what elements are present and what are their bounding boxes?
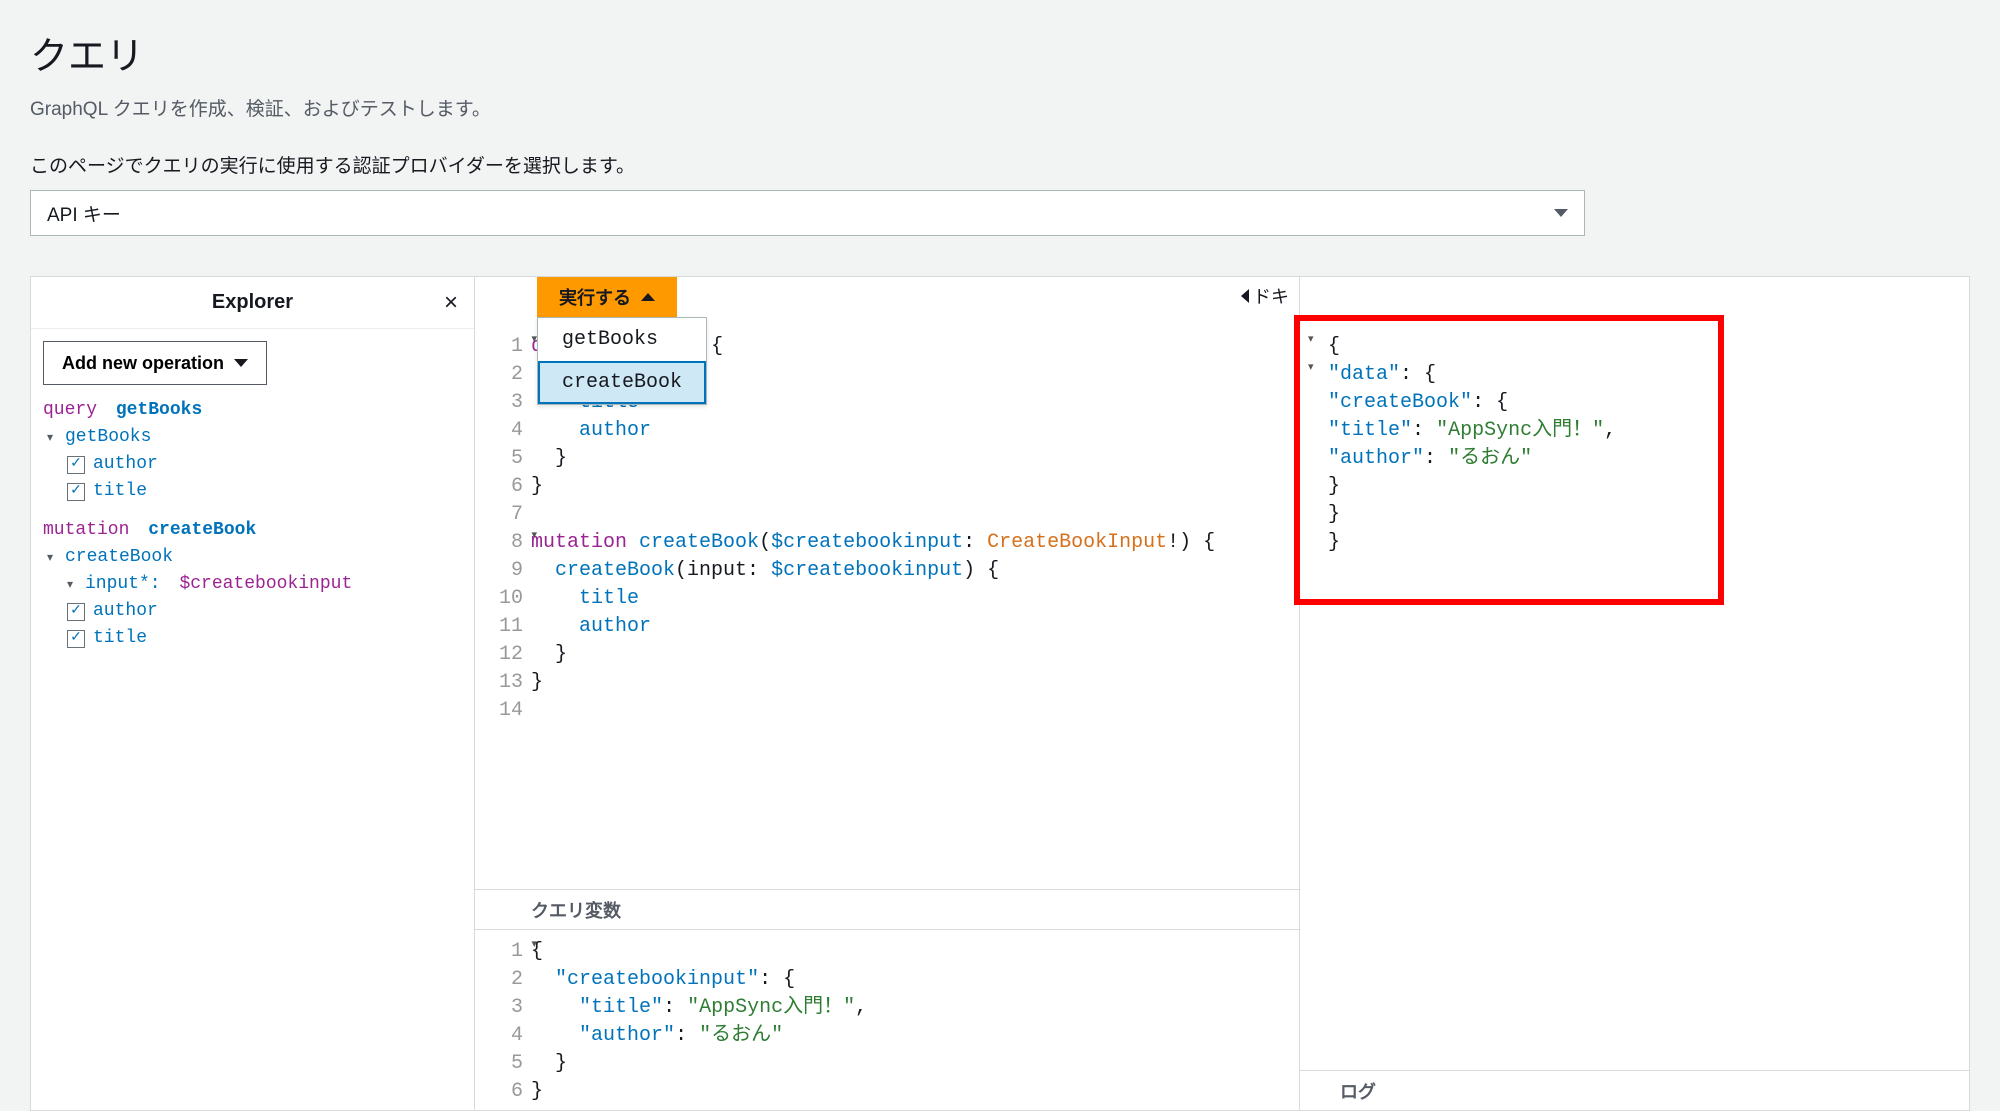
explorer-body: Add new operation query getBooks ▾ getBo…	[31, 329, 474, 1110]
run-button-label: 実行する	[559, 284, 631, 310]
query-field-title[interactable]: title	[93, 478, 147, 505]
docs-link[interactable]: ドキ	[1241, 283, 1289, 309]
run-button[interactable]: 実行する	[537, 277, 677, 317]
query-operation: query getBooks ▾ getBooks ✓ author ✓ tit…	[43, 397, 462, 505]
checkbox-checked-icon[interactable]: ✓	[67, 456, 85, 474]
docs-label: ドキ	[1253, 283, 1289, 309]
query-field-root[interactable]: getBooks	[65, 424, 151, 451]
mutation-name[interactable]: createBook	[148, 517, 256, 544]
query-keyword: query	[43, 397, 97, 424]
line-gutter: 1234567 891011121314	[475, 333, 531, 725]
log-header[interactable]: ログ	[1300, 1070, 1969, 1110]
explorer-header: Explorer ×	[31, 277, 474, 329]
checkbox-checked-icon[interactable]: ✓	[67, 630, 85, 648]
mutation-field-author[interactable]: author	[93, 598, 158, 625]
query-variables-editor[interactable]: 123456 { "createbookinput": { "title": "…	[475, 930, 1299, 1110]
auth-provider-select[interactable]: API キー	[30, 190, 1585, 236]
query-name[interactable]: getBooks	[116, 397, 202, 424]
page-title: クエリ	[30, 25, 1970, 80]
mutation-input-value: $createbookinput	[179, 571, 352, 598]
mutation-input-label[interactable]: input*:	[85, 571, 161, 598]
result-body[interactable]: ▾ ▾ { "data": { "createBook": { "title":…	[1300, 277, 1969, 1070]
chevron-down-icon	[1554, 209, 1568, 217]
query-variables-header[interactable]: クエリ変数	[475, 890, 1299, 930]
mutation-operation: mutation createBook ▾ createBook ▾ input…	[43, 517, 462, 652]
add-operation-label: Add new operation	[62, 353, 224, 374]
chevron-up-icon	[641, 293, 655, 301]
workspace: Explorer × Add new operation query getBo…	[30, 276, 1970, 1111]
query-field-author[interactable]: author	[93, 451, 158, 478]
close-icon[interactable]: ×	[444, 289, 458, 317]
mutation-field-title[interactable]: title	[93, 625, 147, 652]
add-operation-button[interactable]: Add new operation	[43, 341, 267, 385]
explorer-panel: Explorer × Add new operation query getBo…	[30, 276, 475, 1111]
mutation-keyword: mutation	[43, 517, 129, 544]
chevron-left-icon	[1241, 289, 1249, 303]
run-menu-item-getbooks[interactable]: getBooks	[538, 318, 706, 361]
chevron-down-icon	[234, 359, 248, 367]
page-subtitle: GraphQL クエリを作成、検証、およびテストします。	[30, 94, 1970, 121]
editor-panel: 実行する getBooks createBook ドキ 1234567 8910…	[475, 276, 1300, 1111]
fold-icon[interactable]: ▾	[47, 549, 61, 567]
checkbox-checked-icon[interactable]: ✓	[67, 603, 85, 621]
auth-provider-value: API キー	[47, 200, 121, 227]
fold-icon[interactable]: ▾	[47, 429, 61, 447]
line-gutter: 123456	[475, 938, 531, 1110]
run-menu-item-createbook[interactable]: createBook	[538, 361, 706, 404]
run-menu: getBooks createBook	[537, 317, 707, 405]
explorer-title: Explorer	[212, 291, 293, 314]
auth-provider-label: このページでクエリの実行に使用する認証プロバイダーを選択します。	[30, 151, 1970, 178]
mutation-field-root[interactable]: createBook	[65, 544, 173, 571]
fold-icon[interactable]: ▾	[67, 576, 81, 594]
checkbox-checked-icon[interactable]: ✓	[67, 483, 85, 501]
result-panel: ▾ ▾ { "data": { "createBook": { "title":…	[1300, 276, 1970, 1111]
query-editor[interactable]: 実行する getBooks createBook ドキ 1234567 8910…	[475, 277, 1299, 890]
code-lines[interactable]: { "createbookinput": { "title": "AppSync…	[531, 938, 1299, 1110]
